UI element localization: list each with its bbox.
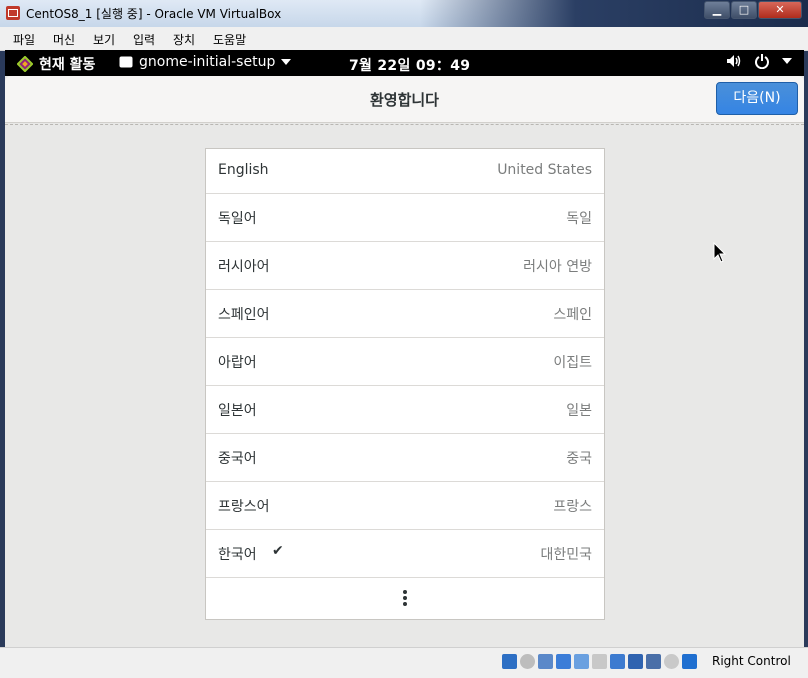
language-row-japanese[interactable]: 일본어 일본 [206,386,604,434]
mouse-pointer-icon [713,242,727,263]
language-name: 프랑스어 [218,499,270,515]
language-name: 스페인어 [218,307,270,323]
guest-screen: 현재 활동 gnome-initial-setup 7월 22일 09：49 환… [5,50,804,647]
system-chevron-down-icon [782,58,792,64]
power-icon [755,54,769,69]
language-row-german[interactable]: 독일어 독일 [206,194,604,242]
language-row-french[interactable]: 프랑스어 프랑스 [206,482,604,530]
maximize-button[interactable]: □ [731,1,757,19]
language-row-spanish[interactable]: 스페인어 스페인 [206,290,604,338]
menu-machine[interactable]: 머신 [53,31,75,48]
menubar: 파일 머신 보기 입력 장치 도움말 [0,27,808,51]
gnome-topbar: 현재 활동 gnome-initial-setup 7월 22일 09：49 [5,50,804,76]
host-key-label: Right Control [712,654,791,668]
clock[interactable]: 7월 22일 09：49 [349,55,470,75]
display-icon[interactable] [610,654,625,669]
next-button[interactable]: 다음(N) [716,82,798,115]
language-row-russian[interactable]: 러시아어 러시아 연방 [206,242,604,290]
menu-file[interactable]: 파일 [13,31,35,48]
app-menu-label: gnome-initial-setup [139,54,276,70]
language-region: 일본 [566,403,592,419]
menu-help[interactable]: 도움말 [213,31,246,48]
vertical-ellipsis-icon [403,590,407,608]
app-menu[interactable]: gnome-initial-setup [119,54,292,70]
menu-view[interactable]: 보기 [93,31,115,48]
language-region: United States [497,162,592,178]
volume-icon [727,55,741,67]
language-name: 일본어 [218,403,257,419]
recording-icon[interactable] [646,654,661,669]
hard-disk-icon[interactable] [502,654,517,669]
language-name: 한국어 [218,547,257,563]
language-region: 이집트 [553,355,592,371]
language-row-arabic[interactable]: 아랍어 이집트 [206,338,604,386]
language-region: 러시아 연방 [523,259,592,275]
window-title: CentOS8_1 [실행 중] - Oracle VM VirtualBox [26,7,282,21]
language-row-chinese[interactable]: 중국어 중국 [206,434,604,482]
system-menu[interactable] [726,53,792,69]
activities-button[interactable]: 현재 활동 [17,54,95,74]
language-name: English [218,162,269,178]
close-button[interactable]: ✕ [758,1,802,19]
language-name: 러시아어 [218,259,270,275]
language-name: 아랍어 [218,355,257,371]
video-capture-icon[interactable] [628,654,643,669]
language-region: 대한민국 [540,547,592,563]
usb-icon[interactable] [574,654,589,669]
language-region: 프랑스 [553,499,592,515]
network-icon[interactable] [556,654,571,669]
mouse-integration-icon[interactable] [664,654,679,669]
keyboard-icon[interactable] [682,654,697,669]
more-languages-button[interactable] [206,577,604,617]
language-row-korean[interactable]: 한국어 ✔ 대한민국 [206,530,604,578]
setup-header: 환영합니다 다음(N) [5,76,804,123]
menu-input[interactable]: 입력 [133,31,155,48]
window-titlebar: CentOS8_1 [실행 중] - Oracle VM VirtualBox … [0,0,808,28]
language-region: 독일 [566,211,592,227]
language-name: 독일어 [218,211,257,227]
language-name: 중국어 [218,451,257,467]
page-title: 환영합니다 [369,91,439,109]
chevron-down-icon [281,59,292,65]
language-region: 중국 [566,451,592,467]
activities-label: 현재 활동 [39,57,96,73]
selected-check-icon: ✔ [272,543,284,559]
language-list: English United States 독일어 독일 러시아어 러시아 연방… [205,148,605,620]
minimize-button[interactable]: ▁ [704,1,730,19]
language-region: 스페인 [553,307,592,323]
language-row-english[interactable]: English United States [206,149,604,194]
audio-icon[interactable] [538,654,553,669]
virtualbox-app-icon [6,6,20,20]
shared-folders-icon[interactable] [592,654,607,669]
optical-drive-icon[interactable] [520,654,535,669]
app-window-icon [119,56,133,68]
menu-devices[interactable]: 장치 [173,31,195,48]
centos-logo-icon [17,56,33,72]
vbox-statusbar: Right Control [0,647,808,678]
header-divider [5,124,804,125]
